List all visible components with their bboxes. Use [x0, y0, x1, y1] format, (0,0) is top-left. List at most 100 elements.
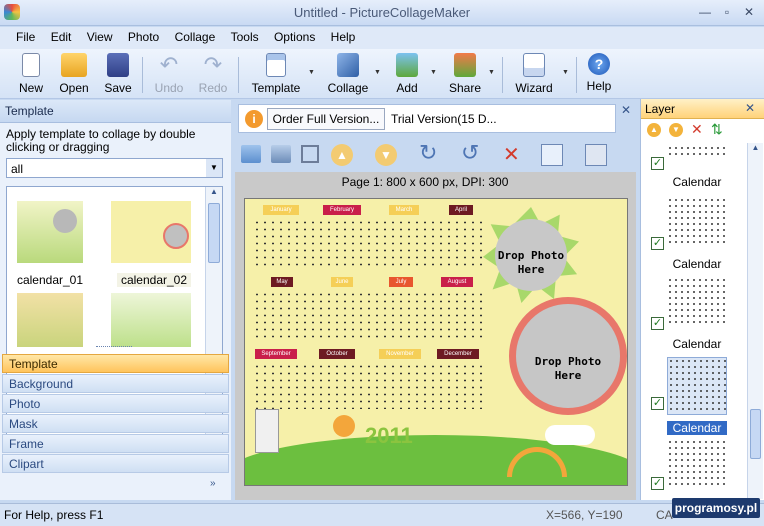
share-icon: [454, 53, 476, 77]
template-thumb-calendar-04[interactable]: [111, 293, 191, 347]
calendar-grid: [253, 219, 485, 269]
status-help-text: For Help, press F1: [4, 508, 104, 522]
accordion-mask[interactable]: Mask: [2, 414, 229, 433]
close-info-bar-icon[interactable]: ✕: [621, 103, 631, 117]
layer-move-down-icon[interactable]: ▼: [669, 123, 683, 137]
menu-file[interactable]: File: [10, 27, 41, 44]
layer-item[interactable]: ✓ Calendar: [641, 277, 749, 357]
maximize-button[interactable]: ▫: [718, 4, 736, 20]
template-filter-select[interactable]: all ▼: [6, 158, 223, 178]
bring-forward-icon[interactable]: ▲: [331, 144, 353, 166]
undo-button[interactable]: ↶ Undo: [150, 53, 188, 96]
help-button[interactable]: ? Help: [584, 53, 614, 93]
minimize-button[interactable]: —: [696, 4, 714, 20]
floppy-disk-icon: [107, 53, 129, 77]
menu-view[interactable]: View: [81, 27, 119, 44]
replace-photo-icon[interactable]: [241, 145, 261, 163]
crop-icon[interactable]: [301, 145, 319, 163]
share-button[interactable]: Share: [446, 53, 484, 95]
template-thumb-calendar-01[interactable]: [17, 201, 83, 263]
accordion-expand-icon[interactable]: »: [210, 478, 216, 489]
watermark: programosy.pl: [672, 498, 760, 518]
thumb-photo-circle: [53, 209, 77, 233]
cloud-decoration: [545, 425, 595, 445]
align-icon[interactable]: [541, 144, 563, 166]
collage-canvas[interactable]: January February March April May June Ju…: [244, 198, 628, 486]
month-label: November: [379, 349, 421, 359]
month-label: August: [441, 277, 473, 287]
template-icon: [266, 53, 286, 77]
menu-collage[interactable]: Collage: [169, 27, 222, 44]
filter-value: all: [11, 162, 24, 176]
scroll-thumb[interactable]: [750, 409, 761, 459]
layer-thumb: [667, 439, 727, 489]
month-label: June: [331, 277, 353, 287]
building-decoration: [255, 409, 279, 453]
layer-list: ✓ Calendar ✓ Calendar ✓ Calendar ✓ Calen…: [641, 143, 749, 499]
accordion-frame[interactable]: Frame: [2, 434, 229, 453]
scroll-thumb[interactable]: [208, 203, 220, 263]
layer-delete-icon[interactable]: ✕: [691, 121, 703, 138]
close-button[interactable]: ✕: [740, 4, 758, 20]
rotate-right-icon[interactable]: ↻: [419, 140, 437, 166]
template-thumb-calendar-02[interactable]: [111, 201, 191, 263]
send-backward-icon[interactable]: ▼: [375, 144, 397, 166]
new-button[interactable]: New: [14, 53, 48, 95]
layer-item[interactable]: ✓ Calendar: [641, 197, 749, 277]
toolbar-separator: [576, 57, 577, 93]
scroll-up-icon[interactable]: ▲: [206, 187, 222, 201]
template-dropdown-arrow[interactable]: ▼: [308, 69, 315, 76]
add-dropdown-arrow[interactable]: ▼: [430, 69, 437, 76]
delete-icon[interactable]: ✕: [503, 142, 520, 167]
layer-scrollbar[interactable]: ▲: [747, 143, 763, 499]
collage-button[interactable]: Collage: [326, 53, 370, 95]
accordion-background[interactable]: Background: [2, 374, 229, 393]
layer-visibility-checkbox[interactable]: ✓: [651, 237, 664, 250]
menu-help[interactable]: Help: [325, 27, 362, 44]
layer-visibility-checkbox[interactable]: ✓: [651, 477, 664, 490]
layer-label: Calendar: [672, 257, 722, 271]
month-label: September: [255, 349, 297, 359]
template-thumb-calendar-03[interactable]: [17, 293, 83, 347]
redo-button[interactable]: ↷ Redo: [194, 52, 232, 96]
wizard-dropdown-arrow[interactable]: ▼: [562, 69, 569, 76]
wizard-button[interactable]: Wizard: [512, 53, 556, 95]
panel-splitter-grip[interactable]: [96, 346, 132, 350]
collage-dropdown-arrow[interactable]: ▼: [374, 69, 381, 76]
save-button[interactable]: Save: [100, 53, 136, 95]
month-label: December: [437, 349, 479, 359]
status-caps: CA: [656, 508, 673, 522]
chevron-down-icon[interactable]: ▼: [206, 159, 222, 177]
layer-move-up-icon[interactable]: ▲: [647, 123, 661, 137]
rotate-left-icon[interactable]: ↺: [461, 140, 479, 166]
add-button[interactable]: Add: [390, 53, 424, 95]
scroll-up-icon[interactable]: ▲: [748, 143, 763, 157]
menu-options[interactable]: Options: [268, 27, 321, 44]
close-layer-panel-icon[interactable]: ✕: [745, 101, 755, 115]
layer-item-selected[interactable]: ✓ Calendar: [641, 357, 749, 437]
layout-icon[interactable]: [585, 144, 607, 166]
layer-refresh-icon[interactable]: ⇅: [711, 121, 723, 138]
menu-tools[interactable]: Tools: [225, 27, 265, 44]
layer-visibility-checkbox[interactable]: ✓: [651, 317, 664, 330]
edit-photo-icon[interactable]: [271, 145, 291, 163]
wizard-icon: [523, 53, 545, 77]
collage-icon: [337, 53, 359, 77]
template-button[interactable]: Template: [250, 53, 302, 95]
layer-visibility-checkbox[interactable]: ✓: [651, 397, 664, 410]
layer-item[interactable]: ✓: [641, 439, 749, 499]
accordion-photo[interactable]: Photo: [2, 394, 229, 413]
template-thumb-label: calendar_01: [16, 273, 84, 287]
share-dropdown-arrow[interactable]: ▼: [488, 69, 495, 76]
layer-thumb: [667, 357, 727, 415]
menu-bar: File Edit View Photo Collage Tools Optio…: [0, 27, 764, 49]
accordion-clipart[interactable]: Clipart: [2, 454, 229, 473]
menu-edit[interactable]: Edit: [45, 27, 78, 44]
template-panel-header: Template: [0, 100, 231, 123]
layer-visibility-checkbox[interactable]: ✓: [651, 157, 664, 170]
menu-photo[interactable]: Photo: [122, 27, 165, 44]
accordion-template[interactable]: Template: [2, 354, 229, 373]
open-button[interactable]: Open: [56, 53, 92, 95]
order-full-version-button[interactable]: Order Full Version...: [267, 108, 385, 130]
redo-icon: ↷: [203, 52, 223, 77]
